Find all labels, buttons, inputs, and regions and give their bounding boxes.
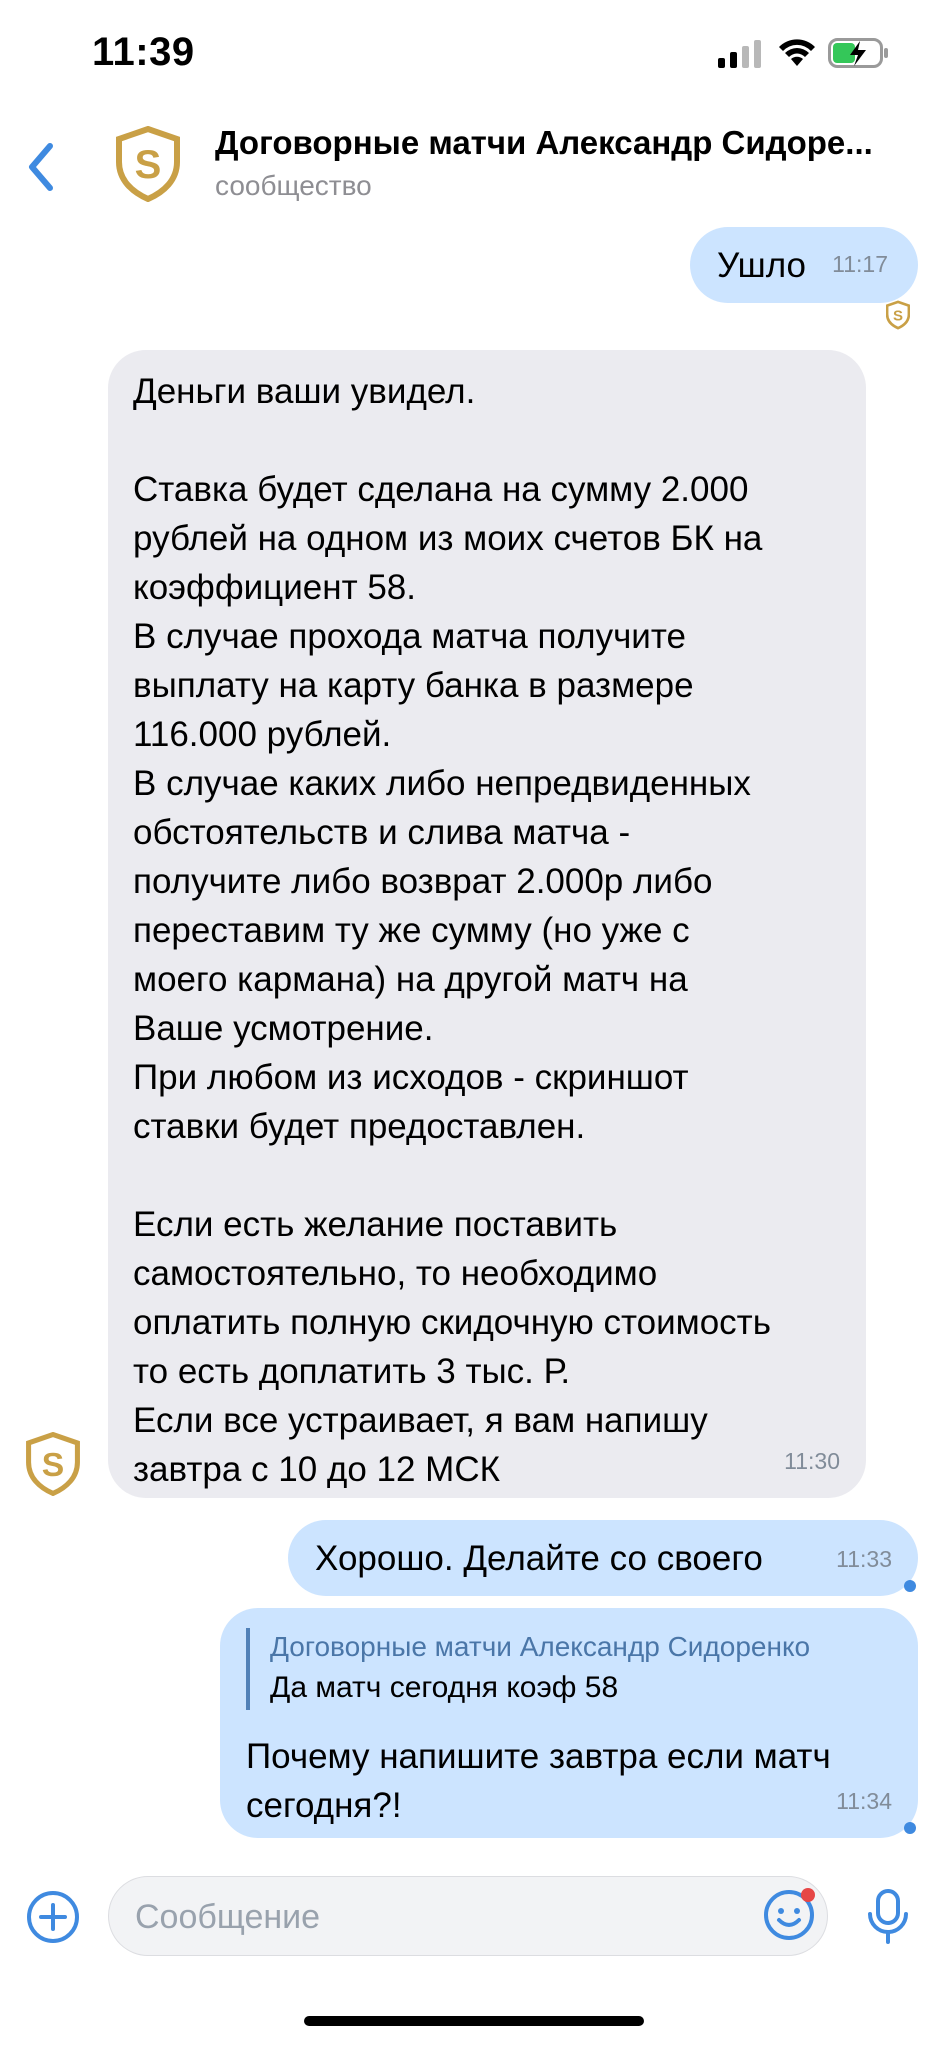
outgoing-message-bubble[interactable]: Хорошо. Делайте со своего 11:33 <box>288 1520 918 1596</box>
outgoing-message-bubble[interactable]: Договорные матчи Александр Сидоренко Да … <box>220 1608 918 1838</box>
message-time: 11:30 <box>784 1448 840 1474</box>
message-input-box <box>108 1876 828 1957</box>
cellular-signal-icon <box>718 40 761 68</box>
wifi-icon <box>779 39 815 66</box>
message-time: 11:34 <box>836 1788 892 1814</box>
message-time: 11:33 <box>836 1546 892 1572</box>
svg-text:S: S <box>893 307 903 324</box>
message-text: Почему напишите завтра если матч сегодня… <box>246 1737 831 1825</box>
microphone-button[interactable] <box>866 1888 910 1946</box>
chat-header: S Договорные матчи Александр Сидоре... с… <box>0 110 947 220</box>
unread-status-dot <box>904 1580 916 1592</box>
svg-text:S: S <box>42 1447 64 1484</box>
status-bar: 11:39 <box>0 0 947 110</box>
message-composer <box>0 1862 947 1972</box>
back-button[interactable] <box>18 132 68 202</box>
message-text: Деньги ваши увидел. Ставка будет сделана… <box>133 372 771 1489</box>
battery-charging-icon <box>828 38 888 68</box>
outgoing-message-bubble[interactable]: Ушло 11:17 <box>690 227 918 303</box>
chat-subtitle: сообщество <box>215 170 372 201</box>
chat-title[interactable]: Договорные матчи Александр Сидоре... <box>215 124 925 162</box>
status-time: 11:39 <box>92 30 195 74</box>
unread-status-dot <box>904 1822 916 1834</box>
community-logo-avatar[interactable]: S <box>116 126 180 202</box>
reply-text: Да матч сегодня коэф 58 <box>270 1671 619 1704</box>
reply-author: Договорные матчи Александр Сидоренко <box>270 1631 811 1662</box>
message-text: Хорошо. Делайте со своего <box>315 1539 763 1578</box>
incoming-message-bubble[interactable]: Деньги ваши увидел. Ставка будет сделана… <box>108 350 866 1498</box>
message-input[interactable] <box>133 1877 737 1957</box>
quoted-reply[interactable]: Договорные матчи Александр Сидоренко Да … <box>246 1628 810 1710</box>
read-receipt-avatar-icon: S <box>886 300 910 330</box>
message-time: 11:17 <box>832 251 888 277</box>
add-attachment-button[interactable] <box>26 1890 80 1944</box>
sender-avatar[interactable]: S <box>26 1432 80 1496</box>
sticker-smile-button[interactable] <box>762 1886 818 1942</box>
home-indicator <box>304 2016 644 2026</box>
message-text: Ушло <box>717 246 807 285</box>
svg-text:S: S <box>135 143 162 187</box>
